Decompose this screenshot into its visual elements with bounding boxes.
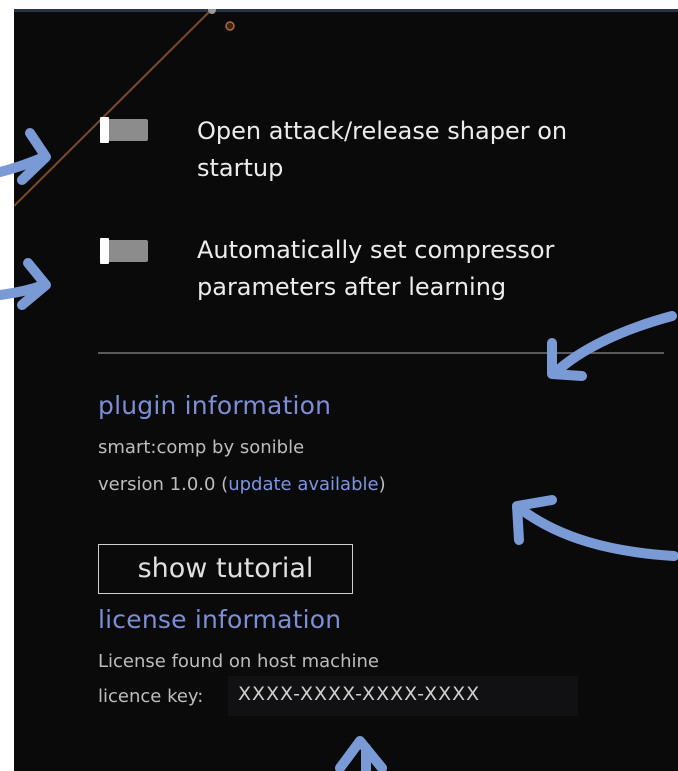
settings-panel: Open attack/release shaper on startup Au… [14, 9, 678, 771]
label-line: parameters after learning [197, 273, 507, 301]
product-name: smart:comp by sonible [98, 437, 305, 458]
update-available-link[interactable]: update available [228, 474, 378, 495]
toggle-knob [100, 238, 109, 264]
auto-compressor-label: Automatically set compressor parameters … [197, 232, 637, 306]
version-suffix: ) [378, 474, 386, 495]
section-divider [98, 352, 664, 354]
shaper-startup-toggle[interactable] [100, 117, 148, 143]
toggle-knob [100, 117, 109, 143]
label-line: Open attack/release shaper on [197, 117, 568, 145]
shaper-startup-label: Open attack/release shaper on startup [197, 113, 637, 187]
show-tutorial-button[interactable]: show tutorial [98, 544, 353, 594]
license-info-title: license information [98, 605, 342, 634]
license-status: License found on host machine [98, 651, 379, 672]
auto-compressor-toggle[interactable] [100, 238, 148, 264]
label-line: startup [197, 154, 284, 182]
label-line: Automatically set compressor [197, 236, 555, 264]
licence-key-label: licence key: [98, 686, 204, 707]
licence-key-value: XXXX-XXXX-XXXX-XXXX [238, 683, 481, 705]
version-text: version 1.0.0 ( [98, 474, 229, 495]
version-line: version 1.0.0 (update available) [98, 474, 386, 495]
plugin-info-title: plugin information [98, 391, 332, 420]
